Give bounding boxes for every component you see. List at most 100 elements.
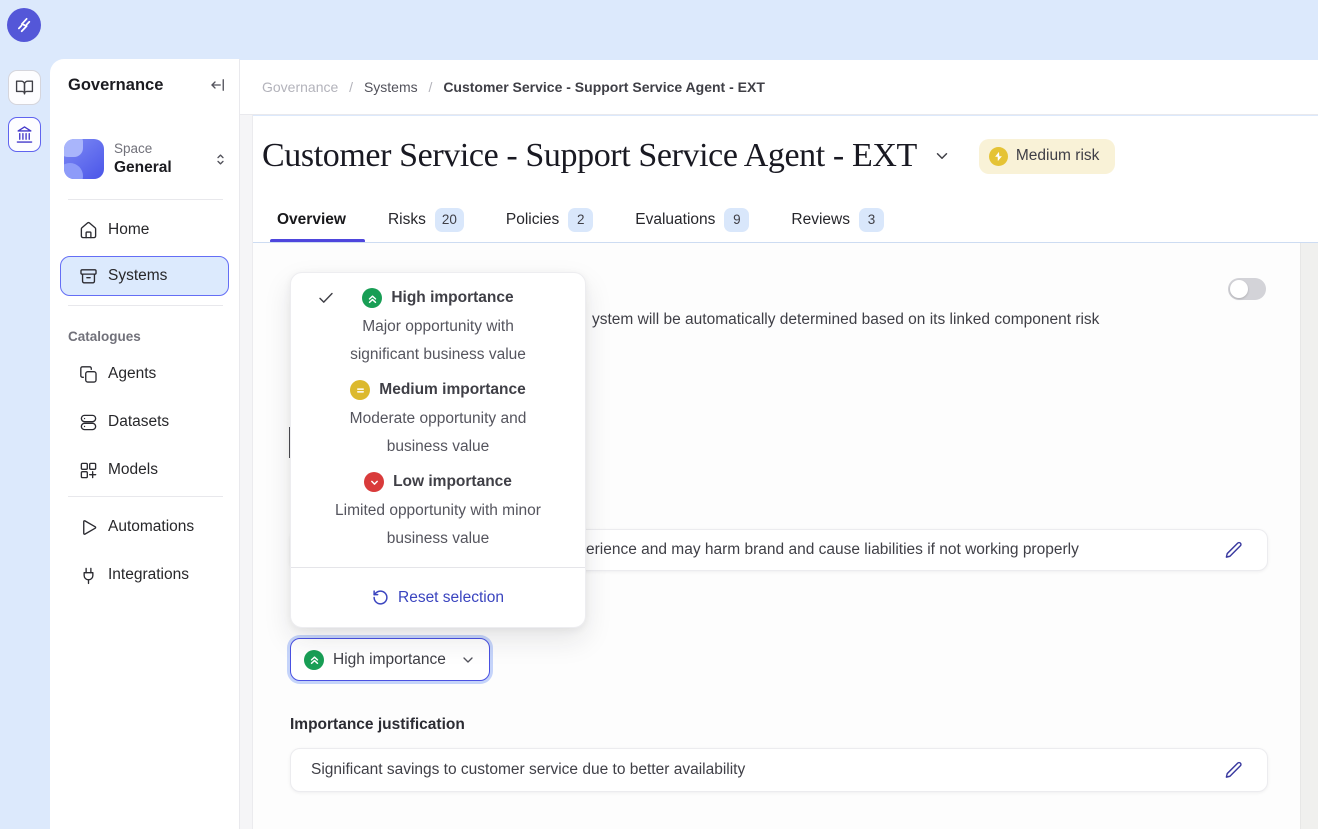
- sidebar-item-label: Home: [108, 221, 149, 239]
- circle-chevrons-up-icon: [304, 650, 324, 670]
- option-medium-importance[interactable]: Medium importance: [291, 375, 585, 405]
- divider: [68, 199, 223, 200]
- circle-chevron-down-icon: [364, 472, 384, 492]
- scrollbar-gutter[interactable]: [1300, 243, 1318, 829]
- collapse-sidebar-icon[interactable]: [209, 76, 227, 94]
- reset-selection-button[interactable]: Reset selection: [291, 568, 585, 627]
- breadcrumb: Governance / Systems / Customer Service …: [262, 79, 765, 95]
- page-title: Customer Service - Support Service Agent…: [262, 137, 917, 175]
- sidebar-item-label: Systems: [108, 267, 167, 285]
- tab-label: Evaluations: [635, 211, 715, 229]
- divider: [68, 305, 223, 306]
- pencil-icon: [1224, 761, 1243, 780]
- sidebar: Governance Space General Home: [50, 59, 240, 829]
- auto-risk-description-fragment: ystem will be automatically determined b…: [592, 311, 1099, 329]
- space-name: General: [114, 158, 172, 177]
- breadcrumb-bar: Governance / Systems / Customer Service …: [240, 60, 1318, 115]
- home-icon: [79, 221, 98, 240]
- edit-impact-button[interactable]: [1222, 539, 1245, 562]
- tab-count-badge: 20: [435, 208, 464, 232]
- circle-chevrons-up-icon: [362, 288, 382, 308]
- option-label: High importance: [391, 289, 513, 307]
- edit-justification-button[interactable]: [1222, 759, 1245, 782]
- tab-label: Policies: [506, 211, 559, 229]
- option-low-importance[interactable]: Low importance: [291, 467, 585, 497]
- impact-description-fragment: erience and may harm brand and cause lia…: [586, 530, 1079, 570]
- chevron-down-icon: [460, 652, 476, 668]
- option-description: Major opportunity with significant busin…: [330, 313, 546, 369]
- tab-overview[interactable]: Overview: [277, 196, 346, 243]
- sidebar-item-integrations[interactable]: Integrations: [60, 556, 229, 594]
- book-open-icon: [15, 78, 34, 97]
- landmark-icon: [15, 125, 34, 144]
- importance-select[interactable]: High importance: [290, 638, 490, 681]
- sidebar-item-systems[interactable]: Systems: [60, 256, 229, 296]
- zap-icon: [989, 147, 1008, 166]
- option-description: Moderate opportunity and business value: [330, 405, 546, 461]
- tab-count-badge: 9: [724, 208, 749, 232]
- risk-badge: Medium risk: [979, 139, 1116, 174]
- justification-field[interactable]: Significant savings to customer service …: [290, 748, 1268, 792]
- tab-evaluations[interactable]: Evaluations 9: [635, 196, 749, 243]
- server-icon: [79, 413, 98, 432]
- sidebar-item-label: Models: [108, 461, 158, 479]
- space-label: Space: [114, 141, 172, 158]
- tab-reviews[interactable]: Reviews 3: [791, 196, 884, 243]
- tab-label: Overview: [277, 211, 346, 229]
- copy-icon: [79, 365, 98, 384]
- importance-select-value: High importance: [333, 651, 446, 669]
- rotate-ccw-icon: [372, 589, 389, 606]
- sidebar-item-home[interactable]: Home: [60, 211, 229, 249]
- importance-dropdown-menu: High importance Major opportunity with s…: [290, 272, 586, 628]
- space-avatar: [64, 139, 104, 179]
- chevrons-up-down-icon: [212, 151, 229, 168]
- breadcrumb-item-current: Customer Service - Support Service Agent…: [443, 79, 765, 95]
- tab-count-badge: 2: [568, 208, 593, 232]
- breadcrumb-item-governance[interactable]: Governance: [262, 79, 338, 95]
- play-icon: [79, 518, 98, 537]
- tab-bar: Overview Risks 20 Policies 2 Evaluations…: [240, 196, 1318, 243]
- breadcrumb-item-systems[interactable]: Systems: [364, 79, 418, 95]
- tab-label: Reviews: [791, 211, 850, 229]
- breadcrumb-separator: /: [429, 79, 433, 95]
- risk-badge-label: Medium risk: [1016, 147, 1100, 165]
- sidebar-item-models[interactable]: Models: [60, 451, 229, 489]
- breadcrumb-separator: /: [349, 79, 353, 95]
- tab-risks[interactable]: Risks 20: [388, 196, 464, 243]
- justification-value: Significant savings to customer service …: [311, 761, 745, 779]
- divider: [68, 496, 223, 497]
- sidebar-gutter: [240, 115, 253, 829]
- option-high-importance[interactable]: High importance: [291, 283, 585, 313]
- option-label: Medium importance: [379, 381, 525, 399]
- sidebar-item-agents[interactable]: Agents: [60, 355, 229, 393]
- plug-icon: [79, 566, 98, 585]
- check-icon: [317, 289, 335, 307]
- sidebar-title: Governance: [68, 76, 163, 95]
- app-logo[interactable]: [7, 8, 41, 42]
- rail-button-governance[interactable]: [8, 117, 41, 152]
- auto-risk-toggle[interactable]: [1228, 278, 1266, 300]
- sidebar-item-datasets[interactable]: Datasets: [60, 403, 229, 441]
- reset-selection-label: Reset selection: [398, 589, 504, 607]
- chevron-down-icon[interactable]: [933, 147, 951, 165]
- tab-count-badge: 3: [859, 208, 884, 232]
- rail-button-library[interactable]: [8, 70, 41, 105]
- tab-policies[interactable]: Policies 2: [506, 196, 593, 243]
- sidebar-item-label: Automations: [108, 518, 194, 536]
- archive-box-icon: [79, 267, 98, 286]
- space-selector[interactable]: Space General: [64, 136, 233, 182]
- circle-equal-icon: [350, 380, 370, 400]
- title-row: Customer Service - Support Service Agent…: [240, 116, 1318, 196]
- option-label: Low importance: [393, 473, 512, 491]
- lightning-logo-icon: [14, 15, 34, 35]
- sidebar-item-label: Integrations: [108, 566, 189, 584]
- justification-label: Importance justification: [290, 716, 465, 734]
- sidebar-section-catalogues: Catalogues: [68, 323, 141, 349]
- option-description: Limited opportunity with minor business …: [330, 497, 546, 553]
- sidebar-item-automations[interactable]: Automations: [60, 508, 229, 546]
- sidebar-item-label: Datasets: [108, 413, 169, 431]
- tab-label: Risks: [388, 211, 426, 229]
- pencil-icon: [1224, 541, 1243, 560]
- sidebar-item-label: Agents: [108, 365, 156, 383]
- grid-plus-icon: [79, 461, 98, 480]
